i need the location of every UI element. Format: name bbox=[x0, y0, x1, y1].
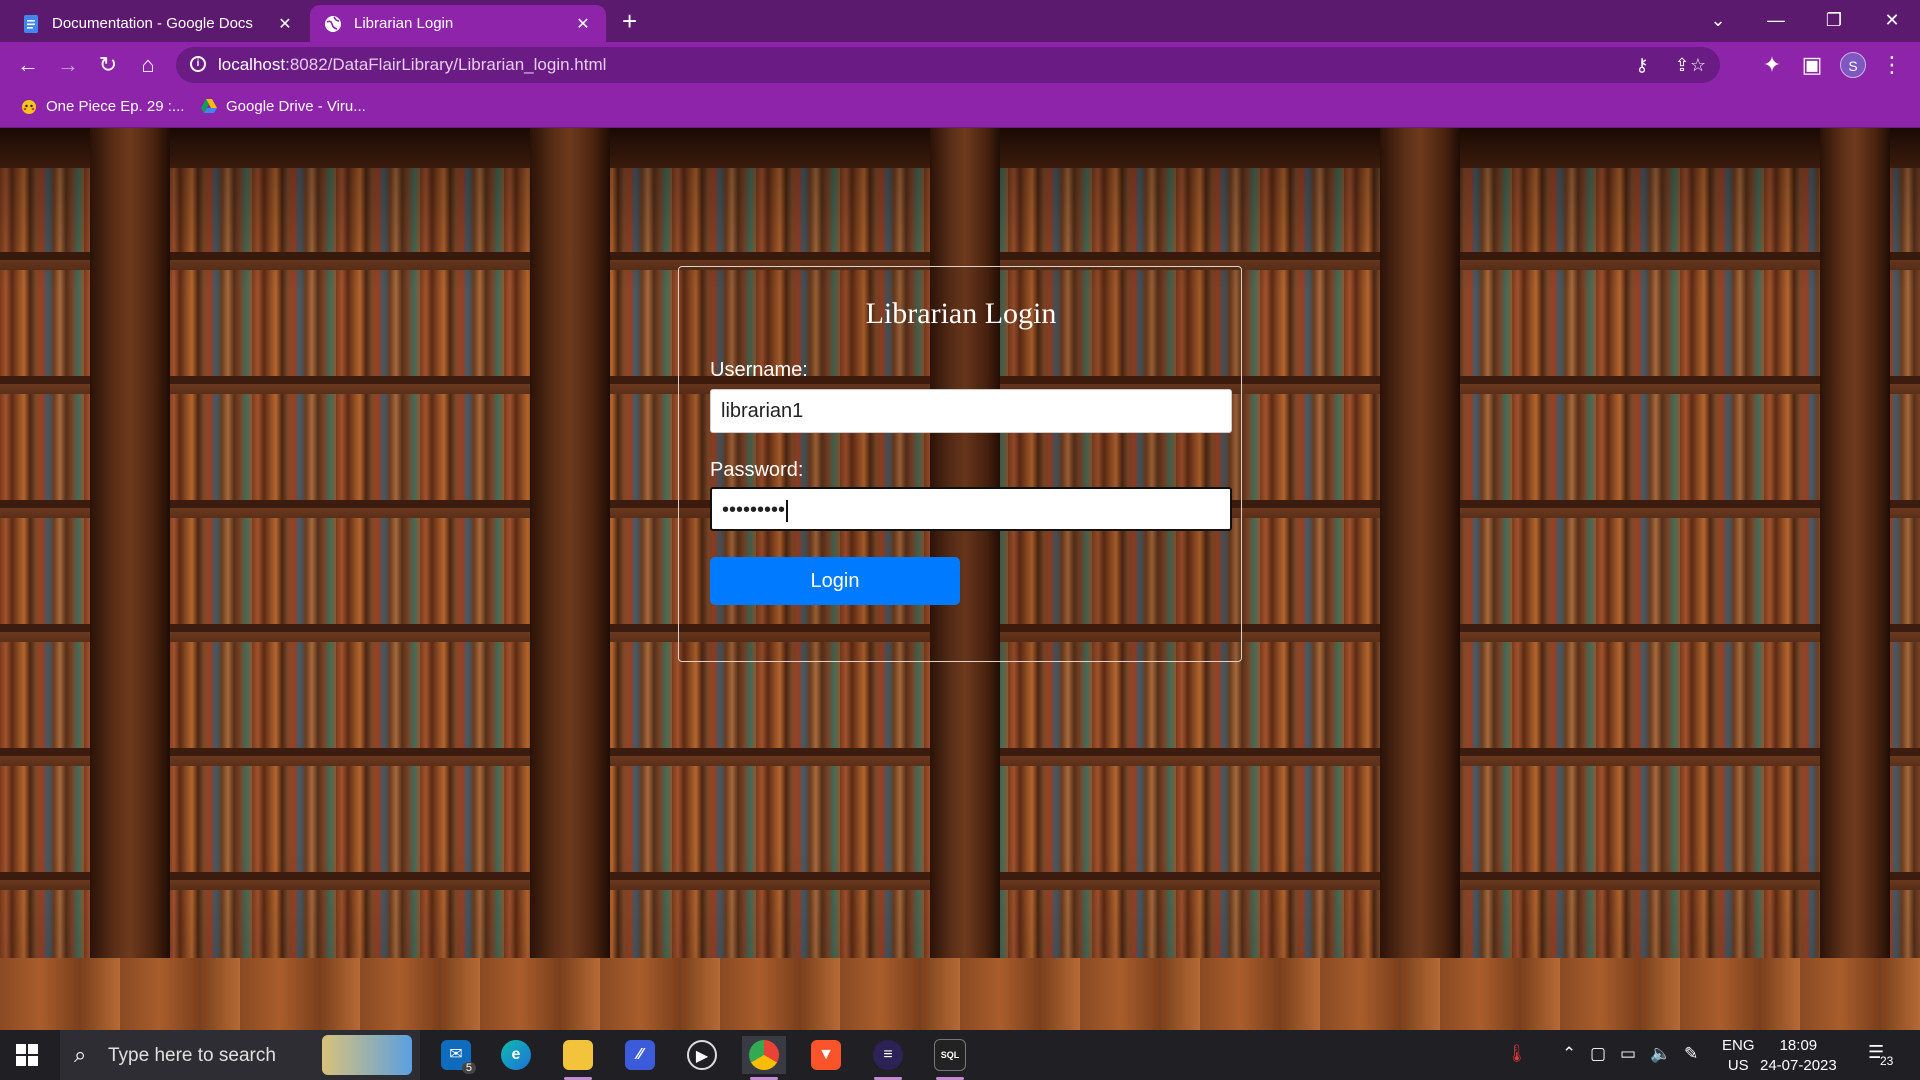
volume-icon[interactable]: 🔈 bbox=[1650, 1044, 1671, 1064]
clock-time: 18:09 bbox=[1779, 1037, 1818, 1054]
restore-icon[interactable]: ❐ bbox=[1820, 6, 1848, 34]
search-highlight-image[interactable] bbox=[322, 1035, 412, 1075]
mysql-icon: SQL bbox=[934, 1039, 966, 1071]
search-icon: ⌕ bbox=[74, 1042, 87, 1067]
menu-icon[interactable]: ⋮ bbox=[1878, 51, 1906, 79]
file-explorer-app[interactable] bbox=[556, 1036, 600, 1080]
key-icon[interactable]: ⚷ bbox=[1630, 53, 1654, 77]
brave-icon: ▼ bbox=[811, 1040, 841, 1070]
clock[interactable]: 18:09 24-07-2023 bbox=[1760, 1036, 1837, 1076]
login-button[interactable]: Login bbox=[710, 557, 960, 605]
close-tab-icon[interactable]: ✕ bbox=[276, 14, 294, 34]
vscode-like-app[interactable]: ⁄⁄ bbox=[618, 1036, 662, 1074]
bookshelf-pillar bbox=[1820, 128, 1890, 1030]
extensions-icon[interactable]: ✦ bbox=[1758, 51, 1786, 79]
text-caret bbox=[786, 499, 789, 522]
notification-count: 23 bbox=[1880, 1054, 1894, 1068]
profile-avatar[interactable]: S bbox=[1840, 52, 1866, 78]
wooden-floor bbox=[0, 958, 1920, 1030]
play-icon: ▶ bbox=[687, 1040, 717, 1070]
site-info-icon[interactable]: i bbox=[190, 56, 206, 72]
new-tab-icon[interactable]: + bbox=[622, 6, 637, 36]
tab-title: Librarian Login bbox=[354, 15, 454, 32]
bookmark-label: One Piece Ep. 29 :... bbox=[46, 97, 185, 115]
page-title: Librarian Login bbox=[865, 297, 1057, 330]
chevron-up-icon[interactable]: ⌃ bbox=[1562, 1044, 1576, 1064]
chrome-icon bbox=[749, 1040, 779, 1070]
forward-icon[interactable]: → bbox=[54, 51, 82, 79]
windows-start-icon[interactable] bbox=[16, 1044, 38, 1066]
folder-icon bbox=[563, 1040, 593, 1070]
password-input[interactable]: ••••••••• bbox=[710, 487, 1232, 531]
mail-badge: 5 bbox=[461, 1062, 476, 1074]
tab-librarian-login[interactable]: Librarian Login ✕ bbox=[310, 5, 606, 42]
reload-icon[interactable]: ↻ bbox=[94, 51, 122, 79]
url-path: :8082/DataFlairLibrary/Librarian_login.h… bbox=[285, 55, 607, 74]
address-bar[interactable]: i localhost:8082/DataFlairLibrary/Librar… bbox=[176, 47, 1720, 83]
thermometer-icon[interactable]: 🌡 bbox=[1506, 1044, 1528, 1064]
language-indicator[interactable]: ENG US bbox=[1722, 1036, 1755, 1076]
windows-taskbar: ⌕ Type here to search ✉ 5 e ⁄⁄ ▶ ▼ ≡ SQL… bbox=[0, 1030, 1920, 1080]
eclipse-icon: ≡ bbox=[873, 1040, 903, 1070]
pikachu-icon bbox=[22, 100, 36, 114]
battery-icon[interactable]: ▭ bbox=[1620, 1044, 1636, 1064]
chrome-app[interactable] bbox=[742, 1036, 786, 1080]
username-label: Username: bbox=[710, 359, 808, 381]
back-icon[interactable]: ← bbox=[14, 51, 42, 79]
username-input[interactable]: librarian1 bbox=[710, 389, 1232, 433]
language-code: ENG bbox=[1722, 1037, 1755, 1054]
url-host: localhost bbox=[218, 55, 286, 74]
mail-app[interactable]: ✉ 5 bbox=[434, 1036, 478, 1074]
password-mask: ••••••••• bbox=[722, 499, 786, 521]
tab-title: Documentation - Google Docs bbox=[52, 15, 253, 32]
bookmark-google-drive[interactable]: Google Drive - Viru... bbox=[200, 97, 366, 115]
close-tab-icon[interactable]: ✕ bbox=[574, 14, 592, 34]
clock-date: 24-07-2023 bbox=[1760, 1057, 1837, 1074]
edge-app[interactable]: e bbox=[494, 1036, 538, 1074]
edge-icon: e bbox=[501, 1040, 531, 1070]
bookmark-star-icon[interactable]: ☆ bbox=[1686, 53, 1710, 77]
browser-tab-strip: Documentation - Google Docs ✕ Librarian … bbox=[0, 0, 1920, 42]
password-label: Password: bbox=[710, 459, 804, 481]
home-icon[interactable]: ⌂ bbox=[134, 51, 162, 79]
brave-app[interactable]: ▼ bbox=[804, 1036, 848, 1074]
browser-toolbar: ← → ↻ ⌂ i localhost:8082/DataFlairLibrar… bbox=[0, 42, 1920, 88]
globe-icon bbox=[325, 15, 341, 32]
minimize-icon[interactable]: — bbox=[1762, 6, 1790, 34]
bookshelf-pillar bbox=[530, 128, 610, 1030]
url-text[interactable]: localhost:8082/DataFlairLibrary/Libraria… bbox=[218, 55, 606, 75]
google-drive-icon bbox=[201, 99, 217, 113]
tab-google-docs[interactable]: Documentation - Google Docs ✕ bbox=[8, 5, 308, 42]
search-placeholder: Type here to search bbox=[108, 1045, 276, 1066]
google-docs-icon bbox=[24, 14, 38, 33]
bookmark-one-piece[interactable]: One Piece Ep. 29 :... bbox=[20, 97, 184, 115]
bookmark-label: Google Drive - Viru... bbox=[226, 97, 366, 115]
region-code: US bbox=[1727, 1057, 1749, 1074]
login-form: Librarian Login Username: librarian1 Pas… bbox=[678, 266, 1242, 662]
mysql-app[interactable]: SQL bbox=[928, 1036, 972, 1080]
eclipse-app[interactable]: ≡ bbox=[866, 1036, 910, 1080]
pen-icon[interactable]: ✎ bbox=[1684, 1044, 1698, 1064]
taskbar-search[interactable]: ⌕ Type here to search bbox=[60, 1030, 420, 1080]
side-panel-icon[interactable]: ▣ bbox=[1798, 51, 1826, 79]
meet-now-icon[interactable]: ▢ bbox=[1590, 1044, 1606, 1064]
bookshelf-pillar bbox=[90, 128, 170, 1030]
tab-search-icon[interactable]: ⌄ bbox=[1704, 6, 1732, 34]
close-window-icon[interactable]: ✕ bbox=[1878, 6, 1906, 34]
bookshelf-pillar bbox=[1380, 128, 1460, 1030]
bookmarks-bar: One Piece Ep. 29 :... Google Drive - Vir… bbox=[0, 88, 1920, 128]
media-player-app[interactable]: ▶ bbox=[680, 1036, 724, 1074]
editor-icon: ⁄⁄ bbox=[625, 1040, 655, 1070]
library-background: Librarian Login Username: librarian1 Pas… bbox=[0, 128, 1920, 1030]
